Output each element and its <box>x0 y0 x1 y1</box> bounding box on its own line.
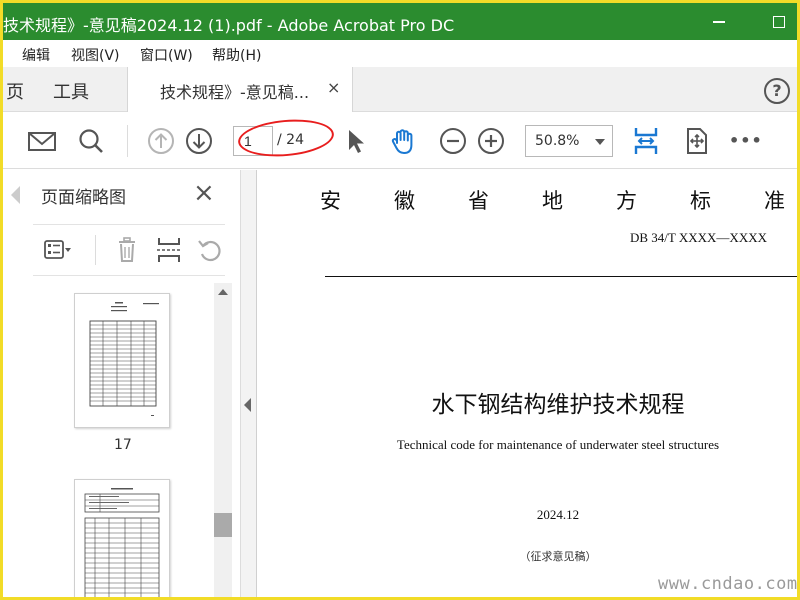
tab-home[interactable]: 页 <box>6 78 24 104</box>
doc-header: 安 徽 省 地 方 标 准 <box>320 185 790 213</box>
title-bar: 技术规程》-意见稿2024.12 (1).pdf - Adobe Acrobat… <box>3 3 797 40</box>
menu-help[interactable]: 帮助(H) <box>212 45 261 65</box>
header-char: 准 <box>764 189 785 213</box>
next-page-icon[interactable] <box>183 125 215 157</box>
header-char: 标 <box>690 189 711 213</box>
watermark: www.cndao.com <box>658 574 798 594</box>
full-screen-icon[interactable] <box>680 125 712 157</box>
email-icon[interactable] <box>26 125 58 157</box>
window-title: 技术规程》-意见稿2024.12 (1).pdf - Adobe Acrobat… <box>3 16 455 35</box>
options-menu-icon[interactable] <box>43 235 73 265</box>
close-tab-icon[interactable]: × <box>327 78 340 97</box>
document-view[interactable]: 安 徽 省 地 方 标 准 DB 34/T XXXX—XXXX 水下钢结构维护技… <box>258 170 797 597</box>
header-char: 省 <box>468 189 489 213</box>
document-date: 2024.12 <box>536 507 580 522</box>
thumbnails-scrollbar[interactable] <box>214 283 232 597</box>
pane-splitter[interactable] <box>241 170 257 597</box>
menu-edit[interactable]: 编辑 <box>22 45 50 65</box>
pane-title: 页面缩略图 <box>41 188 126 208</box>
toolbar: / 24 50.8% ••• <box>3 113 797 169</box>
header-char: 安 <box>320 189 341 213</box>
hand-tool-icon[interactable] <box>388 125 420 157</box>
header-char: 地 <box>542 189 563 213</box>
insert-page-icon[interactable] <box>154 235 184 265</box>
header-char: 徽 <box>394 189 415 213</box>
thumbnails-pane: 页面缩略图 × 17 <box>3 170 241 597</box>
maximize-icon[interactable] <box>767 10 789 32</box>
app-window: 技术规程》-意见稿2024.12 (1).pdf - Adobe Acrobat… <box>0 0 800 600</box>
zoom-out-icon[interactable] <box>437 125 469 157</box>
zoom-in-icon[interactable] <box>475 125 507 157</box>
header-char: 方 <box>616 189 637 213</box>
zoom-value: 50.8% <box>535 133 580 149</box>
scrollbar-thumb[interactable] <box>214 513 232 537</box>
collapse-pane-icon[interactable] <box>244 398 251 412</box>
page-thumbnail-17[interactable] <box>74 293 170 428</box>
select-cursor-icon[interactable] <box>341 125 373 157</box>
more-tools-icon[interactable]: ••• <box>729 131 762 163</box>
thumbnail-page-number: 17 <box>114 437 132 453</box>
tab-bar: 页 工具 技术规程》-意见稿... × ? <box>3 67 797 112</box>
rotate-icon[interactable] <box>195 235 225 265</box>
page-thumbnail-18[interactable] <box>74 479 170 597</box>
search-icon[interactable] <box>75 125 107 157</box>
minimize-icon[interactable] <box>708 10 730 32</box>
menu-bar: 编辑 视图(V) 窗口(W) 帮助(H) <box>3 40 797 67</box>
fit-page-icon[interactable] <box>630 125 662 157</box>
document-title: 水下钢结构维护技术规程 <box>431 392 685 418</box>
tab-document-label: 技术规程》-意见稿... <box>160 83 310 102</box>
tab-document[interactable]: 技术规程》-意见稿... × <box>127 67 353 112</box>
chevron-down-icon <box>595 139 605 145</box>
menu-window[interactable]: 窗口(W) <box>140 45 193 65</box>
menu-view[interactable]: 视图(V) <box>71 45 120 65</box>
standard-number: DB 34/T XXXX—XXXX <box>630 230 767 245</box>
tab-tools[interactable]: 工具 <box>53 78 89 104</box>
pane-pointer <box>11 186 20 204</box>
toolbar-separator <box>127 125 128 157</box>
zoom-dropdown[interactable]: 50.8% <box>525 125 613 157</box>
pane-toolbar-separator <box>95 235 96 265</box>
previous-page-icon[interactable] <box>145 125 177 157</box>
close-pane-icon[interactable]: × <box>193 180 215 206</box>
document-title-en: Technical code for maintenance of underw… <box>396 437 720 452</box>
header-rule <box>325 276 797 277</box>
trash-icon[interactable] <box>112 235 142 265</box>
scroll-up-icon[interactable] <box>218 289 228 295</box>
pane-toolbar <box>33 224 225 276</box>
document-status: （征求意见稿） <box>519 550 597 563</box>
help-icon[interactable]: ? <box>764 78 790 104</box>
